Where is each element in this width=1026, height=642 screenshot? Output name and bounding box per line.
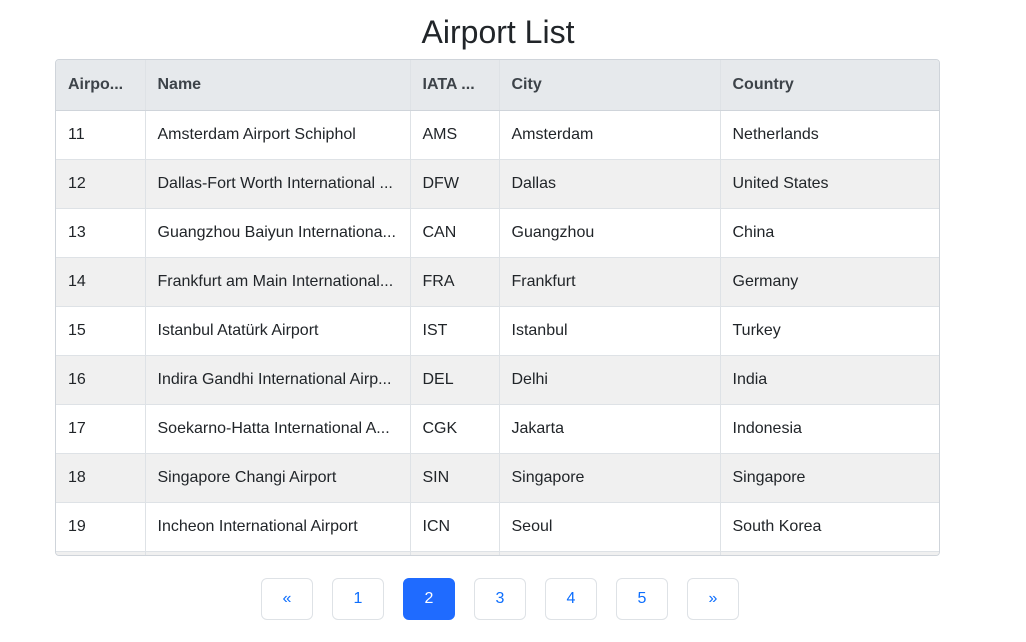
cell-airport-id: 18 bbox=[56, 453, 146, 503]
cell-iata-code: FRA bbox=[410, 257, 500, 307]
empty-cell bbox=[56, 551, 146, 555]
cell-name: Soekarno-Hatta International A... bbox=[145, 404, 411, 454]
cell-airport-id: 15 bbox=[56, 306, 146, 356]
pagination: « 1 2 3 4 5 » bbox=[261, 578, 739, 620]
cell-country: Indonesia bbox=[720, 404, 939, 454]
cell-name: Guangzhou Baiyun Internationa... bbox=[145, 208, 411, 258]
cell-iata-code: DEL bbox=[410, 355, 500, 405]
cell-country: United States bbox=[720, 159, 939, 209]
column-header-iata-code[interactable]: IATA ... bbox=[410, 60, 500, 111]
cell-airport-id: 19 bbox=[56, 502, 146, 552]
table-row[interactable]: 16 Indira Gandhi International Airp... DEL… bbox=[56, 355, 939, 405]
column-header-city[interactable]: City bbox=[499, 60, 721, 111]
cell-name: Istanbul Atatürk Airport bbox=[145, 306, 411, 356]
cell-country: China bbox=[720, 208, 939, 258]
table-row[interactable]: 14 Frankfurt am Main International... FRA F… bbox=[56, 257, 939, 307]
cell-airport-id: 12 bbox=[56, 159, 146, 209]
empty-cell bbox=[499, 551, 721, 555]
cell-name: Dallas-Fort Worth International ... bbox=[145, 159, 411, 209]
cell-city: Delhi bbox=[499, 355, 721, 405]
pagination-page-5-button[interactable]: 5 bbox=[616, 578, 668, 620]
pagination-page-1-button[interactable]: 1 bbox=[332, 578, 384, 620]
pagination-page-2-button[interactable]: 2 bbox=[403, 578, 455, 620]
page-title: Airport List bbox=[421, 14, 575, 50]
cell-city: Singapore bbox=[499, 453, 721, 503]
cell-iata-code: CGK bbox=[410, 404, 500, 454]
pagination-prev-button[interactable]: « bbox=[261, 578, 313, 620]
cell-country: Netherlands bbox=[720, 110, 939, 160]
cell-iata-code: SIN bbox=[410, 453, 500, 503]
cell-country: Germany bbox=[720, 257, 939, 307]
cell-city: Seoul bbox=[499, 502, 721, 552]
cell-country: India bbox=[720, 355, 939, 405]
cell-airport-id: 11 bbox=[56, 110, 146, 160]
cell-iata-code: DFW bbox=[410, 159, 500, 209]
cell-iata-code: IST bbox=[410, 306, 500, 356]
cell-name: Amsterdam Airport Schiphol bbox=[145, 110, 411, 160]
cell-country: South Korea bbox=[720, 502, 939, 552]
cell-country: Turkey bbox=[720, 306, 939, 356]
table-row[interactable]: 17 Soekarno-Hatta International A... CGK Ja… bbox=[56, 404, 939, 454]
cell-airport-id: 17 bbox=[56, 404, 146, 454]
table-header-row: Airpo... Name IATA ... City Country bbox=[56, 60, 939, 111]
cell-iata-code: ICN bbox=[410, 502, 500, 552]
cell-name: Indira Gandhi International Airp... bbox=[145, 355, 411, 405]
cell-name: Frankfurt am Main International... bbox=[145, 257, 411, 307]
column-header-country[interactable]: Country bbox=[720, 60, 939, 111]
cell-city: Frankfurt bbox=[499, 257, 721, 307]
cell-city: Istanbul bbox=[499, 306, 721, 356]
airport-table-container[interactable]: Airpo... Name IATA ... City Country 11 Am… bbox=[55, 59, 940, 556]
cell-city: Jakarta bbox=[499, 404, 721, 454]
empty-cell bbox=[145, 551, 411, 555]
table-body: 11 Amsterdam Airport Schiphol AMS Amsterdam… bbox=[56, 110, 939, 555]
table-row[interactable]: 18 Singapore Changi Airport SIN Singapore Si… bbox=[56, 453, 939, 503]
cell-airport-id: 13 bbox=[56, 208, 146, 258]
column-header-name[interactable]: Name bbox=[145, 60, 411, 111]
empty-cell bbox=[410, 551, 500, 555]
table-row[interactable]: 13 Guangzhou Baiyun Internationa... CAN Gua… bbox=[56, 208, 939, 258]
pagination-page-4-button[interactable]: 4 bbox=[545, 578, 597, 620]
cell-city: Guangzhou bbox=[499, 208, 721, 258]
table-row[interactable]: 19 Incheon International Airport ICN Seoul S… bbox=[56, 502, 939, 552]
airport-table: Airpo... Name IATA ... City Country 11 Am… bbox=[56, 60, 939, 555]
pagination-next-button[interactable]: » bbox=[687, 578, 739, 620]
cell-country: Singapore bbox=[720, 453, 939, 503]
cell-name: Singapore Changi Airport bbox=[145, 453, 411, 503]
empty-cell bbox=[720, 551, 939, 555]
cell-city: Amsterdam bbox=[499, 110, 721, 160]
cell-name: Incheon International Airport bbox=[145, 502, 411, 552]
cell-city: Dallas bbox=[499, 159, 721, 209]
cell-airport-id: 16 bbox=[56, 355, 146, 405]
table-row[interactable]: 11 Amsterdam Airport Schiphol AMS Amsterdam… bbox=[56, 110, 939, 160]
pagination-page-3-button[interactable]: 3 bbox=[474, 578, 526, 620]
column-header-airport-id[interactable]: Airpo... bbox=[56, 60, 146, 111]
table-row[interactable]: 15 Istanbul Atatürk Airport IST Istanbul Tur… bbox=[56, 306, 939, 356]
cell-iata-code: CAN bbox=[410, 208, 500, 258]
cell-airport-id: 14 bbox=[56, 257, 146, 307]
cell-iata-code: AMS bbox=[410, 110, 500, 160]
table-row-partial bbox=[56, 551, 939, 555]
table-row[interactable]: 12 Dallas-Fort Worth International ... DFW… bbox=[56, 159, 939, 209]
